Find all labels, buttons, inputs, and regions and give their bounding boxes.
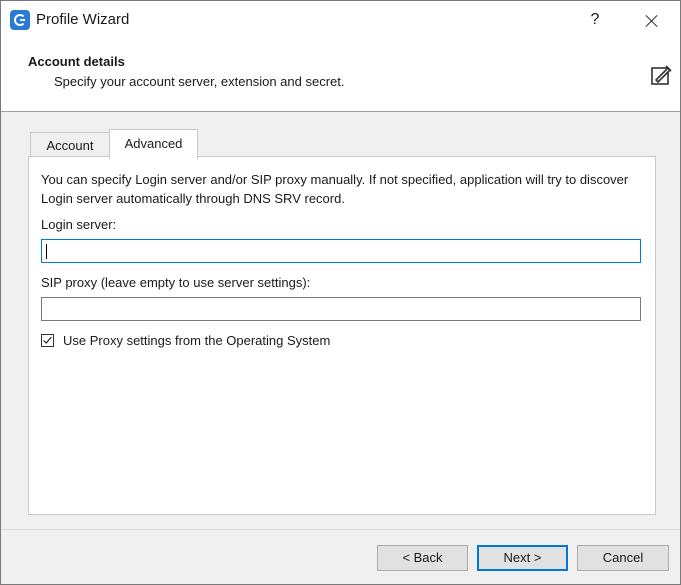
page-subtitle: Specify your account server, extension a… [54,74,345,89]
page-title: Account details [28,54,125,69]
login-server-label: Login server: [41,217,117,232]
title-bar: Profile Wizard ? [1,1,680,39]
profile-wizard-window: Profile Wizard ? Account details Specify… [0,0,681,585]
use-os-proxy-checkbox[interactable] [41,334,54,347]
window-title: Profile Wizard [36,11,130,28]
help-button[interactable]: ? [575,5,615,35]
cancel-button[interactable]: Cancel [577,545,669,571]
app-logo-icon [10,10,30,30]
intro-text: You can specify Login server and/or SIP … [41,172,629,206]
checkmark-icon [43,336,52,344]
wizard-header: Account details Specify your account ser… [1,39,680,112]
use-os-proxy-label[interactable]: Use Proxy settings from the Operating Sy… [63,333,330,348]
text-caret [46,244,47,259]
login-server-input[interactable] [41,239,641,263]
sip-proxy-input[interactable] [41,297,641,321]
advanced-tab-panel: You can specify Login server and/or SIP … [28,156,656,515]
back-button[interactable]: < Back [377,545,468,571]
close-icon[interactable] [629,5,675,35]
edit-icon [651,65,672,85]
next-button[interactable]: Next > [477,545,568,571]
sip-proxy-label: SIP proxy (leave empty to use server set… [41,275,311,290]
tab-advanced[interactable]: Advanced [109,129,198,159]
wizard-footer: < Back Next > Cancel [1,529,680,584]
tab-account[interactable]: Account [30,132,110,158]
